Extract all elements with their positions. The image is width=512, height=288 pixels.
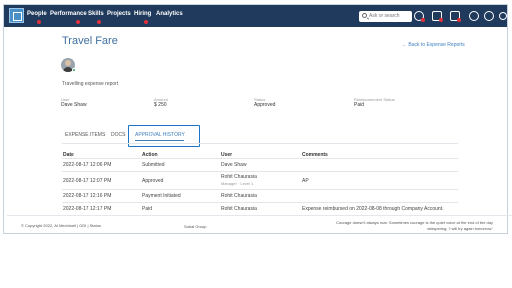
user-menu-icon[interactable] xyxy=(484,11,494,21)
row-action: Submitted xyxy=(142,162,165,168)
amount-value: $ 250 xyxy=(154,102,167,108)
settings-badge xyxy=(421,18,425,22)
row-user-role: Manager · Level 1 xyxy=(221,181,254,186)
nav-analytics[interactable]: Analytics xyxy=(156,11,183,17)
help-icon[interactable] xyxy=(469,11,479,21)
nav-skills[interactable]: Skills xyxy=(88,11,104,17)
row-action: Payment Initiated xyxy=(142,193,181,199)
row-date: 2022-08-17 12:17 PM xyxy=(63,206,112,212)
back-to-expense-reports-link[interactable]: ← Back to Expense Reports xyxy=(402,42,465,48)
nav-performance[interactable]: Performance xyxy=(50,11,87,17)
top-nav-bar: People Performance Skills Projects Hirin… xyxy=(4,5,507,27)
notifications-badge xyxy=(439,18,443,22)
online-status-icon xyxy=(72,68,76,72)
tab-expense-items[interactable]: EXPENSE ITEMS xyxy=(65,132,105,138)
row-user: Dave Shaw xyxy=(221,162,247,168)
row-date: 2022-08-17 12:07 PM xyxy=(63,178,112,184)
row-divider xyxy=(62,189,458,190)
search-input[interactable]: Ask or search xyxy=(359,11,412,22)
row-divider xyxy=(62,171,458,172)
app-logo-icon[interactable] xyxy=(9,8,24,23)
search-icon xyxy=(362,13,367,18)
nav-performance-badge xyxy=(76,20,80,24)
row-action: Paid xyxy=(142,206,153,212)
footer-quote-line2: whispering, 'I will try again tomorrow.' xyxy=(427,226,493,231)
nav-hiring[interactable]: Hiring xyxy=(134,11,151,17)
row-comment: Expense reimbursed on 2022-08-08 through… xyxy=(302,206,444,212)
status-value: Approved xyxy=(254,102,276,108)
profile-icon[interactable] xyxy=(499,12,507,20)
nav-people-badge xyxy=(37,20,41,24)
nav-hiring-badge xyxy=(144,20,148,24)
tab-docs[interactable]: DOCS xyxy=(111,132,125,138)
search-placeholder: Ask or search xyxy=(369,13,400,19)
report-description: Travelling expense report xyxy=(62,81,119,87)
nav-skills-badge xyxy=(97,20,101,24)
footer-divider xyxy=(7,215,512,216)
row-user: Rohit Chaurasia xyxy=(221,193,257,199)
reimbursement-status-value: Paid xyxy=(354,102,365,108)
messages-badge xyxy=(457,18,461,22)
app-frame: People Performance Skills Projects Hirin… xyxy=(3,4,512,234)
row-user: Rohit Chaurasia xyxy=(221,174,257,180)
row-date: 2022-08-17 12:06 PM xyxy=(63,162,112,168)
page-title: Travel Fare xyxy=(62,35,118,47)
row-date: 2022-08-17 12:16 PM xyxy=(63,193,112,199)
footer-quote-line1: Courage doesn't always roar. Sometimes c… xyxy=(336,220,493,225)
row-divider xyxy=(62,202,458,203)
user-value: Dave Shaw xyxy=(61,102,87,108)
footer-copyright[interactable]: © Copyright 2022, AI Mechinell | GDI | S… xyxy=(21,223,101,228)
header-divider xyxy=(62,158,458,159)
row-comment: AP xyxy=(302,178,309,184)
nav-projects[interactable]: Projects xyxy=(107,11,131,17)
nav-people[interactable]: People xyxy=(27,11,47,17)
footer-company: Sobal Group xyxy=(184,224,207,229)
tabs-divider xyxy=(62,143,458,144)
row-action: Approved xyxy=(142,178,164,184)
row-user: Rohit Chaurasia xyxy=(221,206,257,212)
